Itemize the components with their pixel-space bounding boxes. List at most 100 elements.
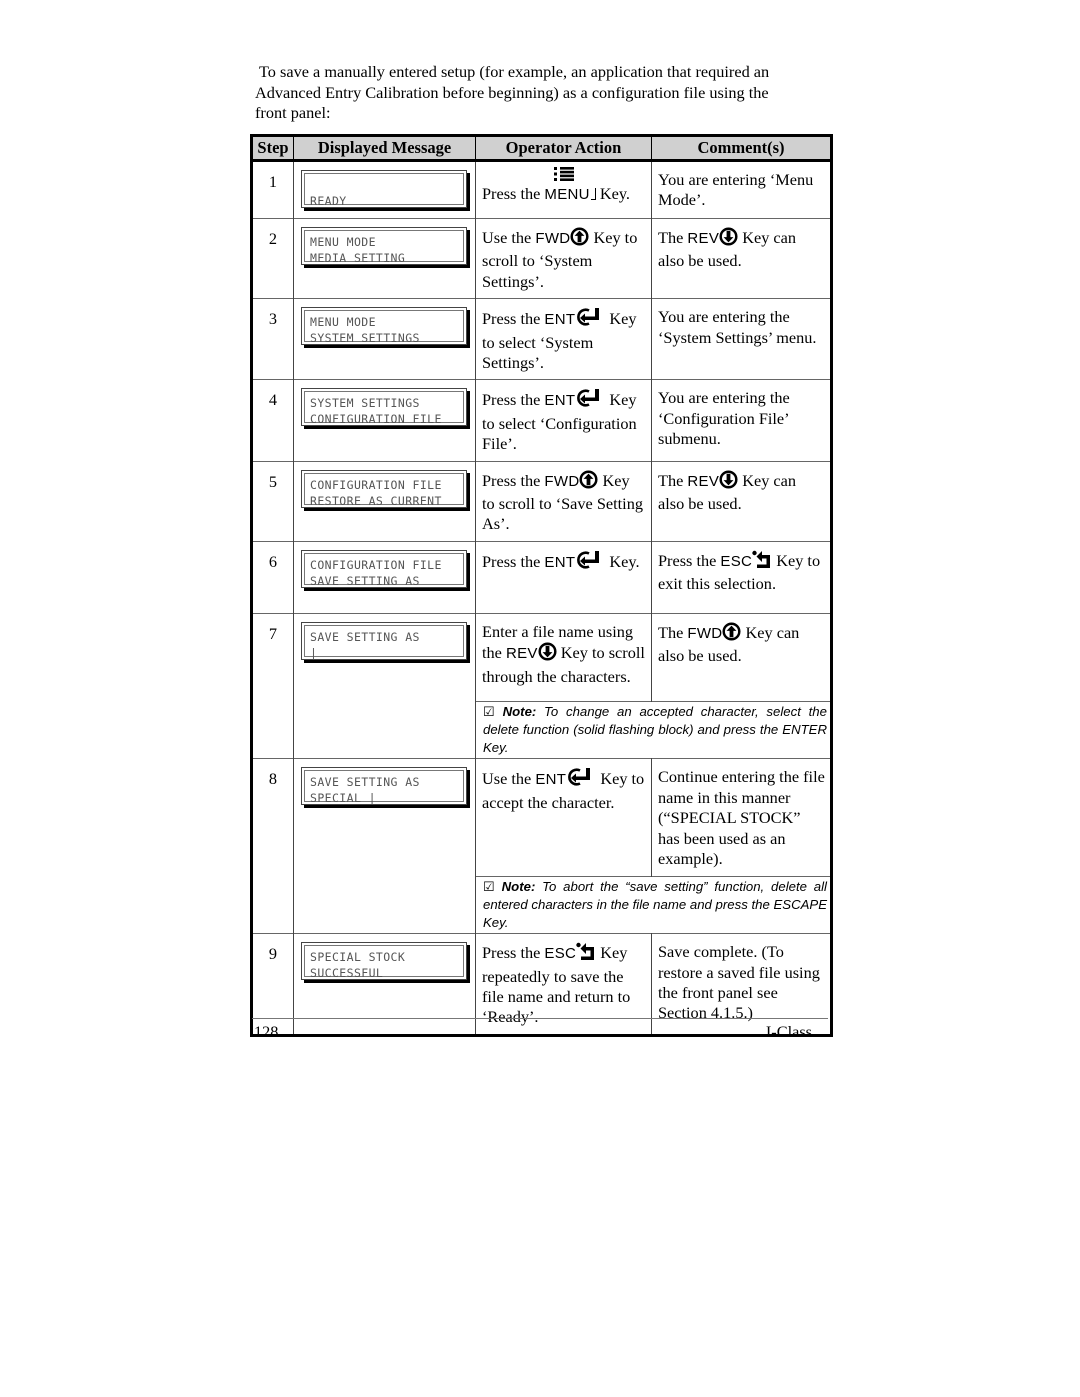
- fwd-up-arrow-icon: [570, 227, 589, 251]
- step-number: 9: [251, 933, 294, 1036]
- action-text: Press the: [482, 470, 545, 490]
- header-displayed-message: Displayed Message: [293, 135, 476, 162]
- lcd-line-1: CONFIGURATION FILE: [310, 477, 442, 492]
- rev-down-arrow-icon: [538, 642, 557, 666]
- rev-down-arrow-icon: [719, 227, 738, 251]
- rev-key-label: REV: [687, 472, 720, 490]
- checkbox-icon: ☑: [483, 703, 503, 719]
- lcd-display: SPECIAL STOCK SUCCESSFUL: [301, 942, 467, 981]
- step-number: 7: [251, 612, 294, 759]
- header-operator-action: Operator Action: [475, 135, 652, 162]
- table-row: 2 MENU MODE MEDIA SETTING Use the FWD Key t…: [251, 217, 832, 299]
- table-row: 7 SAVE SETTING AS | Enter a file name using…: [251, 612, 832, 759]
- comment-cell: The FWD Key can also be used.: [651, 612, 832, 702]
- comment-text: Press the: [658, 550, 721, 570]
- displayed-message-cell: MENU MODE MEDIA SETTING: [293, 217, 476, 299]
- esc-key-label: ESC: [544, 945, 577, 963]
- ent-key-label: ENT: [535, 771, 567, 789]
- operator-action-cell: Press the ENT Key to select ‘System Sett…: [475, 298, 652, 380]
- operator-action-cell: Press the ENT Key.: [475, 540, 652, 614]
- lcd-line-1: [310, 177, 463, 193]
- lcd-line-1: SYSTEM SETTINGS: [310, 396, 420, 411]
- table-row: 9 SPECIAL STOCK SUCCESSFUL Press the ESC Ke…: [251, 933, 832, 1036]
- step-number: 2: [251, 217, 294, 299]
- lcd-line-1: SAVE SETTING AS: [310, 629, 420, 644]
- displayed-message-cell: CONFIGURATION FILE SAVE SETTING AS: [293, 540, 476, 614]
- operator-action-cell: Press the ENT Key to select ‘Configurati…: [475, 379, 652, 462]
- footer-title: I-Class: [765, 1022, 812, 1041]
- lcd-line-1: SAVE SETTING AS: [310, 775, 420, 790]
- displayed-message-cell: READY: [293, 160, 476, 219]
- displayed-message-cell: SAVE SETTING AS |: [293, 612, 476, 759]
- lcd-display: CONFIGURATION FILE RESTORE AS CURRENT: [301, 469, 467, 508]
- lcd-line-2: READY: [310, 194, 347, 208]
- displayed-message-cell: SAVE SETTING AS SPECIAL |: [293, 758, 476, 934]
- menu-key-label: MENU: [544, 186, 590, 203]
- intro-line: front panel:: [255, 103, 331, 122]
- comment-text: The: [658, 622, 688, 642]
- lcd-line-2: CONFIGURATION FILE: [310, 412, 442, 427]
- enter-icon: [566, 767, 596, 792]
- comment-text: The: [658, 228, 688, 247]
- displayed-message-cell: CONFIGURATION FILE RESTORE AS CURRENT: [293, 460, 476, 542]
- lcd-line-1: MENU MODE: [310, 235, 376, 249]
- operator-action-cell: Press the ESC Key repeatedly to save the…: [475, 933, 652, 1036]
- menu-icon: [482, 166, 646, 184]
- step-number: 4: [251, 379, 294, 462]
- fwd-key-label: FWD: [535, 230, 571, 247]
- rev-key-label: REV: [505, 645, 538, 663]
- note-text: To abort the “save setting” function, de…: [483, 878, 827, 930]
- displayed-message-cell: SPECIAL STOCK SUCCESSFUL: [293, 933, 476, 1036]
- operator-action-cell: Use the FWD Key to scroll to ‘System Set…: [475, 217, 652, 299]
- action-text: Press the: [482, 184, 545, 203]
- lcd-display: READY: [301, 170, 467, 208]
- comment-cell: You are entering the ‘Configuration File…: [651, 379, 832, 462]
- lcd-line-2: SAVE SETTING AS: [310, 573, 420, 588]
- fwd-up-arrow-icon: [722, 622, 741, 646]
- intro-line: To save a manually entered setup (for ex…: [259, 62, 770, 81]
- comment-cell: You are entering the ‘System Settings’ m…: [651, 298, 832, 380]
- comment-cell: Press the ESC Key to exit this selection…: [651, 540, 832, 614]
- comment-text: Continue entering the file name in this …: [658, 767, 825, 869]
- header-step: Step: [251, 135, 294, 162]
- fwd-key-label: FWD: [544, 472, 580, 490]
- ent-key-label: ENT: [544, 392, 576, 410]
- step-number: 5: [251, 460, 294, 542]
- comment-cell: Continue entering the file name in this …: [651, 758, 832, 877]
- comment-text: You are entering ‘Menu Mode’.: [658, 170, 814, 210]
- table-header-row: Step Displayed Message Operator Action C…: [251, 135, 832, 162]
- escape-icon: [576, 942, 596, 966]
- table-row: 5 CONFIGURATION FILE RESTORE AS CURRENT Pre…: [251, 460, 832, 542]
- action-text: Press the: [482, 309, 545, 329]
- enter-icon: [575, 307, 605, 332]
- action-text: Key.: [595, 184, 630, 203]
- enter-icon: [575, 550, 605, 575]
- step-number: 1: [251, 160, 294, 219]
- lcd-display: SAVE SETTING AS |: [301, 621, 467, 660]
- displayed-message-cell: SYSTEM SETTINGS CONFIGURATION FILE: [293, 379, 476, 462]
- comment-cell: Save complete. (To restore a saved file …: [651, 933, 832, 1036]
- comment-text: You are entering the ‘System Settings’ m…: [658, 307, 817, 347]
- lcd-display: MENU MODE SYSTEM SETTINGS: [301, 307, 467, 346]
- ent-key-label: ENT: [544, 553, 576, 571]
- comment-cell: The REV Key can also be used.: [651, 460, 832, 542]
- displayed-message-cell: MENU MODE SYSTEM SETTINGS: [293, 298, 476, 380]
- lcd-display: SAVE SETTING AS SPECIAL |: [301, 767, 467, 806]
- table-row: 1 READY Press the MENU Key. You are enterin…: [251, 160, 832, 219]
- lcd-line-2: SUCCESSFUL: [310, 966, 384, 981]
- comment-text: You are entering the ‘Configuration File…: [658, 388, 790, 449]
- rev-down-arrow-icon: [719, 470, 738, 494]
- step-number: 3: [251, 298, 294, 380]
- operator-action-cell: Enter a file name using the REV Key to s…: [475, 612, 652, 702]
- lcd-line-2: MEDIA SETTING: [310, 251, 406, 265]
- lcd-display: CONFIGURATION FILE SAVE SETTING AS: [301, 549, 467, 588]
- action-text: Use the: [482, 769, 536, 789]
- operator-action-cell: Press the FWD Key to scroll to ‘Save Set…: [475, 460, 652, 542]
- lcd-line-1: MENU MODE: [310, 315, 376, 330]
- intro-paragraph: To save a manually entered setup (for ex…: [255, 62, 825, 124]
- rev-key-label: REV: [687, 230, 720, 247]
- table-row: 3 MENU MODE SYSTEM SETTINGS Press the ENT K…: [251, 298, 832, 380]
- lcd-line-2: |: [310, 645, 318, 660]
- note-label: Note:: [501, 878, 536, 894]
- comment-text: Save complete. (To restore a saved file …: [658, 942, 820, 1023]
